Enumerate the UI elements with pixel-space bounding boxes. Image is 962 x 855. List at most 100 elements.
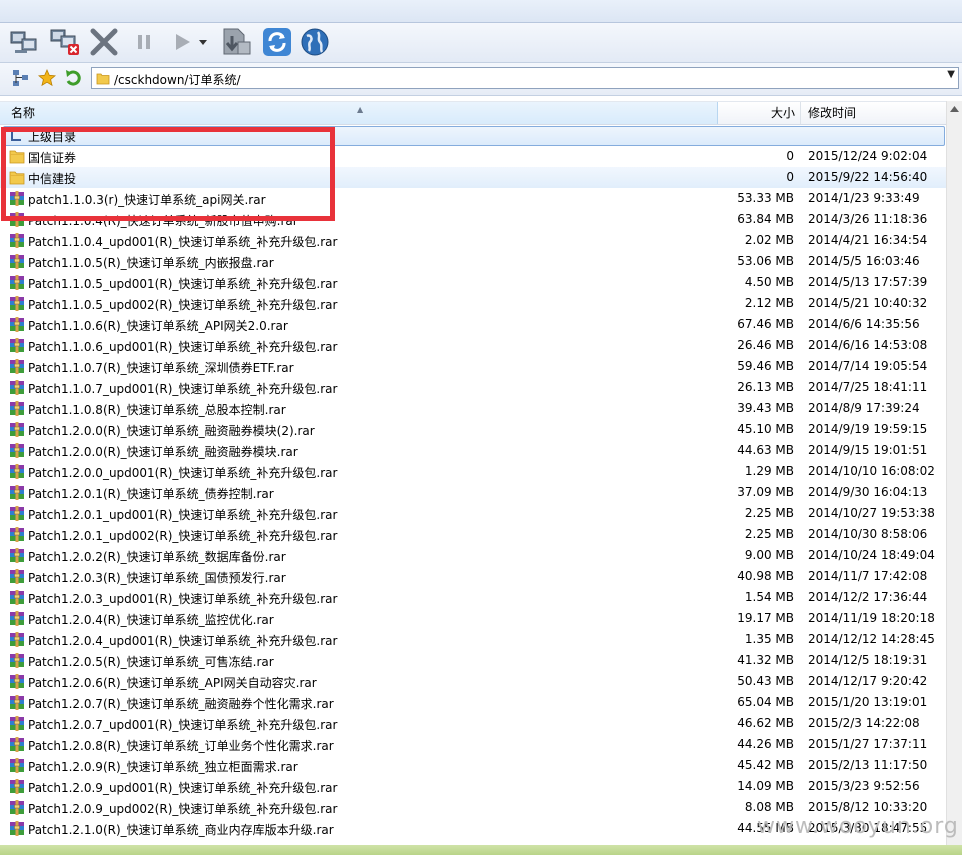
column-header: ▲ 名称 大小 修改时间 (0, 101, 946, 125)
rar-archive-icon (9, 611, 25, 626)
file-row[interactable]: Patch1.1.0.4_upd001(R)_快速订单系统_补充升级包.rar 2… (0, 230, 946, 251)
file-row[interactable]: Patch1.1.0.5_upd001(R)_快速订单系统_补充升级包.rar 4… (0, 272, 946, 293)
file-size: 41.32 MB (737, 653, 794, 667)
rar-archive-icon (9, 737, 25, 752)
file-modified-time: 2015/9/22 14:56:40 (808, 170, 928, 184)
file-name: Patch1.2.0.3_upd001(R)_快速订单系统_补充升级包.rar (28, 592, 338, 606)
column-modified-label: 修改时间 (808, 106, 857, 120)
file-modified-time: 2014/10/24 18:49:04 (808, 548, 935, 562)
rar-archive-icon (9, 590, 25, 605)
file-name: Patch1.1.0.7(R)_快速订单系统_深圳债券ETF.rar (28, 361, 294, 375)
file-row[interactable]: Patch1.2.0.9(R)_快速订单系统_独立柜面需求.rar 45.42 M… (0, 755, 946, 776)
rar-archive-icon (9, 485, 25, 500)
column-header-name[interactable]: ▲ 名称 (0, 102, 718, 124)
rar-archive-icon (9, 275, 25, 290)
file-row[interactable]: Patch1.2.0.3(R)_快速订单系统_国债预发行.rar 40.98 MB… (0, 566, 946, 587)
file-row[interactable]: Patch1.1.0.8(R)_快速订单系统_总股本控制.rar 39.43 MB… (0, 398, 946, 419)
rar-archive-icon (9, 653, 25, 668)
file-row[interactable]: Patch1.2.0.3_upd001(R)_快速订单系统_补充升级包.rar 1… (0, 587, 946, 608)
file-row[interactable]: Patch1.1.0.6(R)_快速订单系统_API网关2.0.rar 67.46… (0, 314, 946, 335)
file-row[interactable]: Patch1.2.0.9_upd001(R)_快速订单系统_补充升级包.rar 1… (0, 776, 946, 797)
column-header-size[interactable]: 大小 (719, 102, 801, 124)
file-modified-time: 2014/9/15 19:01:51 (808, 443, 928, 457)
start-dropdown[interactable] (196, 26, 210, 58)
file-name: Patch1.2.0.0(R)_快速订单系统_融资融券模块.rar (28, 445, 298, 459)
file-row[interactable]: Patch1.2.0.8(R)_快速订单系统_订单业务个性化需求.rar 44.2… (0, 734, 946, 755)
file-size: 50.43 MB (737, 674, 794, 688)
file-modified-time: 2014/6/6 14:35:56 (808, 317, 920, 331)
file-name: Patch1.2.0.0(R)_快速订单系统_融资融券模块(2).rar (28, 424, 315, 438)
start-transfer-button[interactable] (166, 26, 198, 58)
site-manager-button[interactable] (11, 69, 31, 89)
file-row[interactable]: Patch1.2.0.7_upd001(R)_快速订单系统_补充升级包.rar 4… (0, 713, 946, 734)
file-row[interactable]: Patch1.2.0.7(R)_快速订单系统_融资融券个性化需求.rar 65.0… (0, 692, 946, 713)
connect-button[interactable] (8, 26, 40, 58)
path-input[interactable]: /csckhdown/订单系统/ ▼ (91, 67, 959, 89)
file-name: Patch1.2.0.9_upd002(R)_快速订单系统_补充升级包.rar (28, 802, 338, 816)
pause-button[interactable] (128, 26, 160, 58)
file-row[interactable]: Patch1.2.0.0_upd001(R)_快速订单系统_补充升级包.rar 1… (0, 461, 946, 482)
up-arrow-icon (64, 69, 82, 90)
file-row[interactable]: Patch1.2.0.4_upd001(R)_快速订单系统_补充升级包.rar 1… (0, 629, 946, 650)
file-modified-time: 2014/4/21 16:34:54 (808, 233, 928, 247)
file-modified-time: 2014/5/13 17:57:39 (808, 275, 928, 289)
rar-archive-icon (9, 443, 25, 458)
favorites-button[interactable] (37, 68, 57, 89)
caret-down-icon (198, 38, 208, 46)
delete-button[interactable] (88, 26, 120, 58)
file-size: 45.42 MB (737, 758, 794, 772)
path-dropdown-icon[interactable]: ▼ (947, 69, 955, 80)
address-bar: /csckhdown/订单系统/ ▼ (0, 63, 962, 96)
file-name: Patch1.2.0.6(R)_快速订单系统_API网关自动容灾.rar (28, 676, 317, 690)
file-modified-time: 2014/5/5 16:03:46 (808, 254, 920, 268)
file-row[interactable]: Patch1.2.0.5(R)_快速订单系统_可售冻结.rar 41.32 MB 2… (0, 650, 946, 671)
file-row[interactable]: Patch1.1.0.5_upd002(R)_快速订单系统_补充升级包.rar 2… (0, 293, 946, 314)
disconnect-button[interactable] (49, 26, 81, 58)
file-row[interactable]: Patch1.1.0.6_upd001(R)_快速订单系统_补充升级包.rar 2… (0, 335, 946, 356)
toolbar (0, 23, 962, 63)
column-header-modified[interactable]: 修改时间 (802, 102, 946, 124)
file-name: Patch1.1.0.8(R)_快速订单系统_总股本控制.rar (28, 403, 286, 417)
file-size: 1.29 MB (744, 464, 794, 478)
file-name: Patch1.2.0.8(R)_快速订单系统_订单业务个性化需求.rar (28, 739, 334, 753)
download-button[interactable] (220, 26, 252, 58)
file-row[interactable]: Patch1.2.0.0(R)_快速订单系统_融资融券模块(2).rar 45.1… (0, 419, 946, 440)
file-size: 1.35 MB (744, 632, 794, 646)
file-modified-time: 2015/1/20 13:19:01 (808, 695, 928, 709)
file-row[interactable]: Patch1.2.0.1(R)_快速订单系统_债券控制.rar 37.09 MB 2… (0, 482, 946, 503)
annotation-highlight-box (1, 127, 335, 221)
file-row[interactable]: Patch1.2.0.1_upd001(R)_快速订单系统_补充升级包.rar 2… (0, 503, 946, 524)
file-name: Patch1.1.0.5_upd002(R)_快速订单系统_补充升级包.rar (28, 298, 338, 312)
file-modified-time: 2014/6/16 14:53:08 (808, 338, 928, 352)
file-row[interactable]: Patch1.1.0.7_upd001(R)_快速订单系统_补充升级包.rar 2… (0, 377, 946, 398)
file-row[interactable]: Patch1.2.0.6(R)_快速订单系统_API网关自动容灾.rar 50.4… (0, 671, 946, 692)
file-size: 2.25 MB (744, 527, 794, 541)
refresh-icon (262, 27, 292, 57)
rar-archive-icon (9, 779, 25, 794)
file-row[interactable]: Patch1.1.0.5(R)_快速订单系统_内嵌报盘.rar 53.06 MB 2… (0, 251, 946, 272)
file-name: Patch1.2.0.3(R)_快速订单系统_国债预发行.rar (28, 571, 286, 585)
rar-archive-icon (9, 548, 25, 563)
parent-directory-button[interactable] (63, 69, 83, 89)
web-button[interactable] (299, 26, 331, 58)
rar-archive-icon (9, 359, 25, 374)
play-icon (171, 31, 193, 53)
column-name-label: 名称 (11, 106, 36, 120)
file-modified-time: 2014/1/23 9:33:49 (808, 191, 920, 205)
file-modified-time: 2014/12/17 9:20:42 (808, 674, 928, 688)
file-row[interactable]: Patch1.2.0.1_upd002(R)_快速订单系统_补充升级包.rar 2… (0, 524, 946, 545)
file-modified-time: 2014/12/5 18:19:31 (808, 653, 928, 667)
file-modified-time: 2014/9/19 19:59:15 (808, 422, 928, 436)
file-name: Patch1.2.0.1_upd001(R)_快速订单系统_补充升级包.rar (28, 508, 338, 522)
file-row[interactable]: Patch1.2.0.2(R)_快速订单系统_数据库备份.rar 9.00 MB 2… (0, 545, 946, 566)
scroll-up-icon[interactable] (949, 103, 960, 117)
refresh-button[interactable] (261, 26, 293, 58)
file-size: 0 (786, 149, 794, 163)
file-row[interactable]: Patch1.2.0.4(R)_快速订单系统_监控优化.rar 19.17 MB 2… (0, 608, 946, 629)
disconnect-computer-icon (49, 27, 81, 57)
file-row[interactable]: Patch1.1.0.7(R)_快速订单系统_深圳债券ETF.rar 59.46 … (0, 356, 946, 377)
file-row[interactable]: Patch1.2.0.0(R)_快速订单系统_融资融券模块.rar 44.63 M… (0, 440, 946, 461)
file-name: Patch1.2.0.1(R)_快速订单系统_债券控制.rar (28, 487, 274, 501)
rar-archive-icon (9, 380, 25, 395)
vertical-scrollbar[interactable] (946, 101, 962, 855)
